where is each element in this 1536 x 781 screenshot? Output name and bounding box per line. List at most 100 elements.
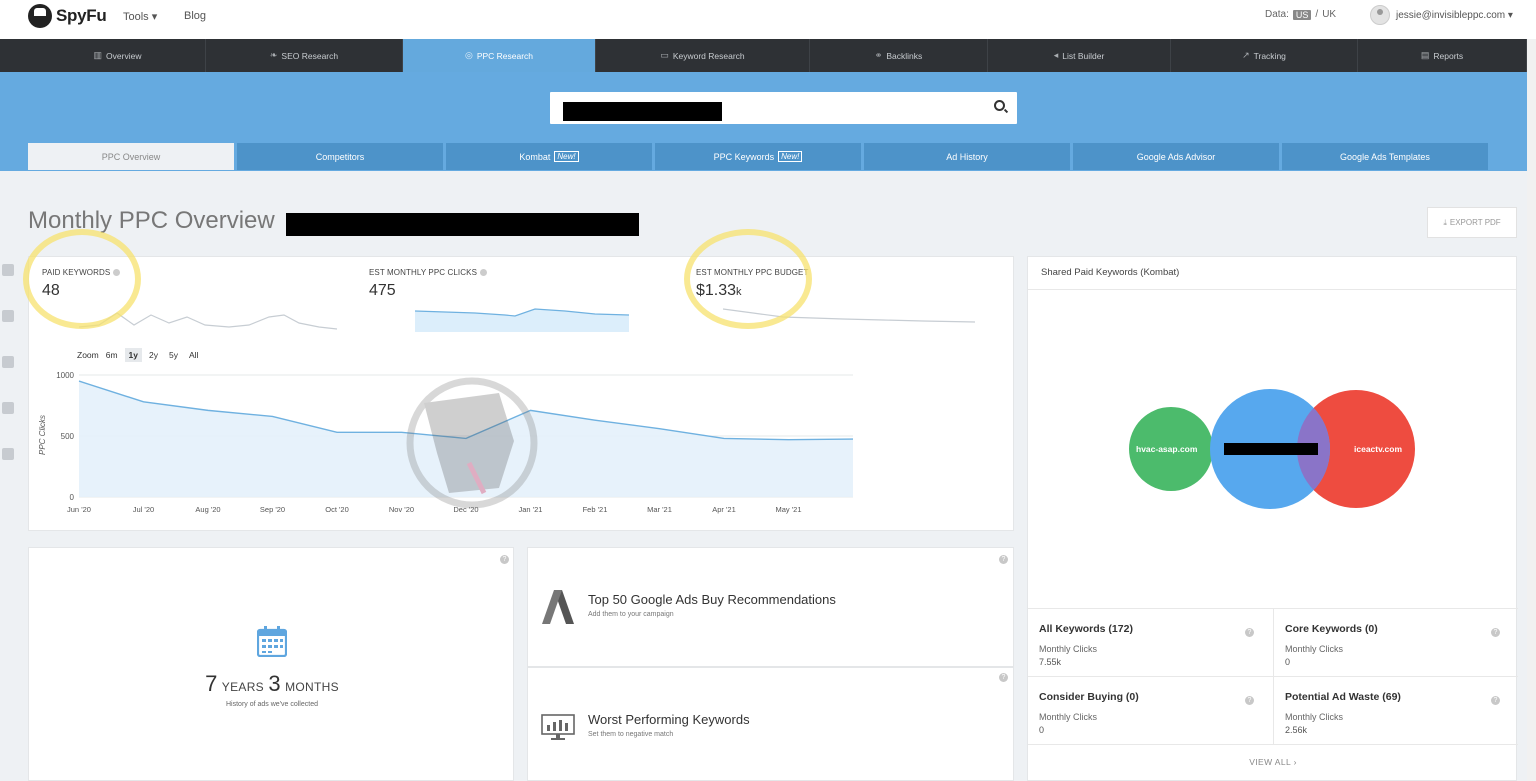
stat-title: Core Keywords (0) (1285, 623, 1378, 635)
nav-list-builder[interactable]: ◂ List Builder (988, 39, 1171, 72)
stat-sub: Monthly Clicks (1285, 712, 1344, 722)
x-tick-label: Feb '21 (583, 505, 608, 514)
x-tick-label: Jun '20 (67, 505, 91, 514)
zoom-6m[interactable]: 6m (102, 348, 122, 362)
x-tick-label: Mar '21 (647, 505, 672, 514)
help-icon[interactable]: ? (1491, 696, 1500, 705)
stat-value: 0 (1039, 725, 1045, 735)
side-keywords-icon[interactable] (2, 356, 14, 368)
help-icon[interactable]: ? (999, 555, 1008, 564)
ppc-clicks-chart: 1000 500 0 Jun '20 Jul '20 Aug '20 Sep '20 Oct… (38, 371, 854, 514)
tab-label: Ad History (946, 151, 988, 162)
x-tick-label: Sep '20 (260, 505, 285, 514)
stat-value: 7.55k (1039, 657, 1062, 667)
x-tick-label: Nov '20 (389, 505, 414, 514)
user-email: jessie@invisibleppc.com ▾ (1396, 9, 1513, 21)
tab-label: Google Ads Templates (1340, 151, 1430, 162)
tab-label: Google Ads Advisor (1136, 151, 1216, 162)
venn-left-label: hvac-asap.com (1136, 444, 1198, 454)
megaphone-icon: ◂ (1053, 50, 1059, 60)
tab-ppc-keywords[interactable]: PPC Keywords New! (655, 143, 861, 170)
help-icon[interactable]: ? (1245, 628, 1254, 637)
clicks-label: EST MONTHLY PPC CLICKS (369, 268, 488, 277)
search-icon[interactable] (994, 100, 1005, 111)
stat-all-keywords[interactable]: All Keywords (172) Monthly Clicks 7.55k … (1028, 609, 1273, 677)
stat-sub: Monthly Clicks (1285, 644, 1344, 654)
nav-label: Backlinks (886, 50, 923, 61)
venn-right-label: iceactv.com (1354, 444, 1403, 454)
worst-keywords-card[interactable]: ? Worst Performing Keywords Set them to … (527, 667, 1014, 781)
tab-competitors[interactable]: Competitors (237, 143, 443, 170)
side-history-icon[interactable] (2, 448, 14, 460)
clicks-value: 475 (369, 282, 396, 299)
info-icon[interactable] (480, 269, 488, 276)
highlight-ring-keywords (23, 229, 141, 329)
kombat-title: Shared Paid Keywords (Kombat) (1028, 257, 1516, 290)
help-icon[interactable]: ? (500, 555, 509, 564)
x-tick-label: May '21 (775, 505, 801, 514)
calendar-icon (257, 626, 287, 657)
zoom-5y[interactable]: 5y (165, 348, 182, 362)
side-chart-icon[interactable] (2, 264, 14, 276)
pdf-icon: ⤓ (1443, 217, 1447, 227)
stat-potential-ad-waste[interactable]: Potential Ad Waste (69) Monthly Clicks 2… (1273, 677, 1518, 745)
blog-link[interactable]: Blog (184, 10, 206, 22)
history-duration: 7 YEARS 3 MONTHS (205, 671, 339, 696)
x-tick-label: Oct '20 (325, 505, 349, 514)
export-pdf-button[interactable]: ⤓ EXPORT PDF (1427, 207, 1517, 238)
nav-reports[interactable]: ▤ Reports (1358, 39, 1527, 72)
tab-google-ads-templates[interactable]: Google Ads Templates (1282, 143, 1488, 170)
page-scrollbar[interactable] (1527, 39, 1536, 781)
data-label: Data: (1265, 9, 1289, 20)
tab-ppc-overview[interactable]: PPC Overview (28, 143, 234, 170)
side-ads-icon[interactable] (2, 402, 14, 414)
stat-title: Consider Buying (0) (1039, 691, 1139, 703)
view-all-link[interactable]: VIEW ALL › (1028, 757, 1518, 767)
tab-label: Kombat (519, 151, 551, 162)
help-icon[interactable]: ? (999, 673, 1008, 682)
x-tick-label: Jul '20 (133, 505, 154, 514)
region-uk-option[interactable]: UK (1322, 9, 1336, 20)
zoom-all[interactable]: All (185, 348, 202, 362)
zoom-1y[interactable]: 1y (124, 348, 143, 362)
buy-recommendations-card[interactable]: ? Top 50 Google Ads Buy Recommendations … (527, 547, 1014, 667)
domain-search-input[interactable] (550, 92, 1017, 124)
sub-tabs: PPC Overview Competitors Kombat New! PPC … (28, 143, 1488, 170)
worst-keywords-title: Worst Performing Keywords (588, 712, 750, 727)
user-avatar-icon (1370, 5, 1390, 25)
export-label: EXPORT PDF (1449, 218, 1501, 227)
search-band: PPC Overview Competitors Kombat New! PPC … (0, 72, 1536, 171)
bar-chart-icon: ▥ (93, 50, 103, 60)
tab-ad-history[interactable]: Ad History (864, 143, 1070, 170)
user-menu[interactable]: jessie@invisibleppc.com ▾ (1370, 5, 1513, 25)
tab-google-ads-advisor[interactable]: Google Ads Advisor (1073, 143, 1279, 170)
nav-keyword-research[interactable]: ▭ Keyword Research (596, 39, 810, 72)
leaf-icon: ❧ (269, 50, 278, 60)
nav-seo-research[interactable]: ❧ SEO Research (206, 39, 403, 72)
help-icon[interactable]: ? (1491, 628, 1500, 637)
clicks-sparkline (415, 308, 629, 332)
nav-label: SEO Research (281, 50, 339, 61)
document-icon: ▤ (1420, 50, 1430, 60)
stat-core-keywords[interactable]: Core Keywords (0) Monthly Clicks 0 ? (1273, 609, 1518, 677)
nav-tracking[interactable]: ↗ Tracking (1171, 39, 1358, 72)
tab-kombat[interactable]: Kombat New! (446, 143, 652, 170)
region-us-option[interactable]: US (1292, 9, 1312, 20)
region-separator: / (1315, 9, 1319, 20)
help-icon[interactable]: ? (1245, 696, 1254, 705)
main-nav: ▥ Overview ❧ SEO Research ◎ PPC Research… (0, 39, 1536, 72)
side-building-icon[interactable] (2, 310, 14, 322)
stat-consider-buying[interactable]: Consider Buying (0) Monthly Clicks 0 ? (1028, 677, 1273, 745)
y-tick-label: 500 (61, 432, 75, 441)
zoom-2y[interactable]: 2y (145, 348, 162, 362)
tab-label: PPC Overview (101, 151, 161, 162)
redacted-center-domain (1224, 443, 1318, 455)
nav-ppc-research[interactable]: ◎ PPC Research (403, 39, 596, 72)
tools-menu[interactable]: Tools ▾ (123, 10, 157, 23)
ad-history-card[interactable]: ? 7 YEARS 3 MONTHS History of ads we've … (28, 547, 514, 781)
highlight-ring-budget (684, 229, 812, 329)
spyfu-logo[interactable]: SpyFu (28, 4, 107, 28)
nav-backlinks[interactable]: ⚭ Backlinks (810, 39, 988, 72)
nav-overview[interactable]: ▥ Overview (30, 39, 206, 72)
nav-label: Overview (106, 50, 142, 61)
